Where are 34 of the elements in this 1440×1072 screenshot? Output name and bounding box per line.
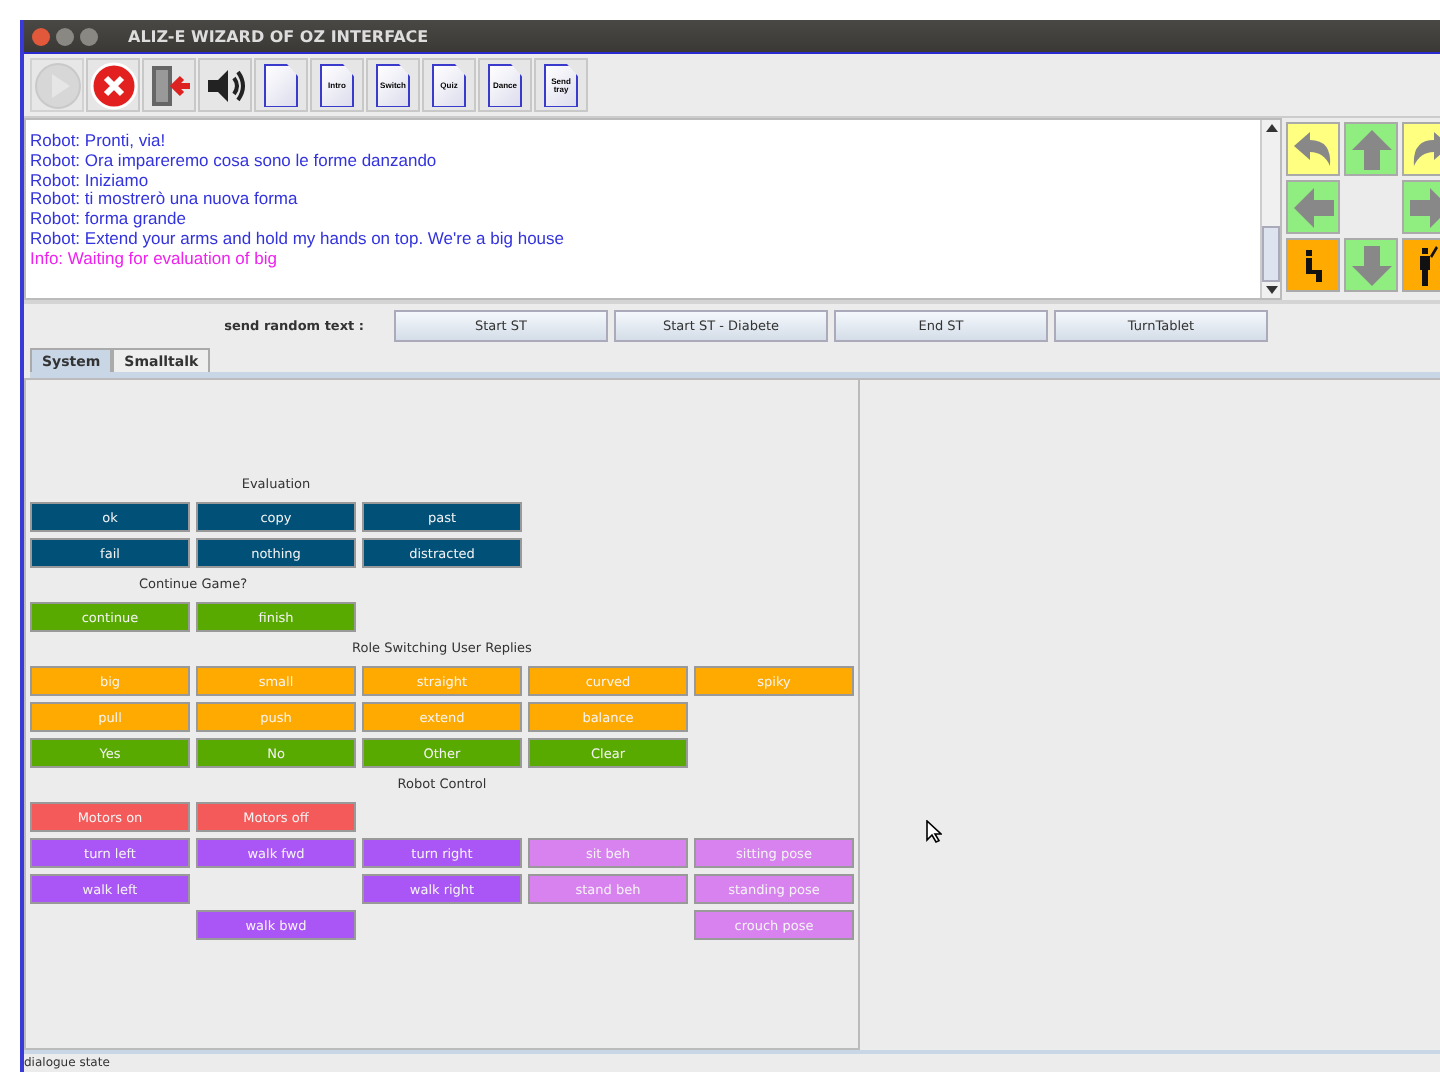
log-line: Robot: forma grande [30,210,188,230]
sound-button[interactable] [198,58,252,112]
document-icon [264,63,298,107]
window-title: ALIZ-E WIZARD OF OZ INTERFACE [128,27,429,45]
minimize-button[interactable] [56,27,74,45]
close-button[interactable] [32,27,50,45]
up-button[interactable] [1344,122,1398,176]
scrollbar[interactable] [1260,120,1280,298]
log-line: Info: Waiting for evaluation of big [30,249,279,270]
arrow-icon [1407,185,1440,229]
turn-right-button[interactable] [1402,122,1440,176]
log-line: Robot: ti mostrerò una nuova forma [30,190,300,211]
log-line: Robot: Pronti, via! [30,132,168,152]
play-icon [33,61,81,109]
scroll-down-icon[interactable] [1265,286,1277,294]
turn-left-button[interactable] [1286,122,1340,176]
log-line: Robot: Ora impareremo cosa sono le forme danzando [30,151,439,172]
arrow-icon [1291,185,1335,229]
stop-button[interactable] [86,58,140,112]
arrow-icon [1291,127,1335,171]
figure-icon [1420,245,1438,285]
scroll-up-icon[interactable] [1265,124,1277,132]
sit-button[interactable] [1286,238,1340,292]
arrow-icon [1349,127,1393,171]
stand-button[interactable] [1402,238,1440,292]
arrow-icon [1349,243,1393,287]
maximize-button[interactable] [80,27,98,45]
mouse-cursor-icon [926,820,942,844]
exit-button[interactable] [142,58,196,112]
close-icon [89,61,137,109]
document-button[interactable] [254,58,308,112]
log-line: Robot: Iniziamo [30,171,149,191]
figure-icon [1305,249,1321,281]
log-line: Robot: Extend your arms and hold my hands on top. We're a big house [30,229,567,250]
